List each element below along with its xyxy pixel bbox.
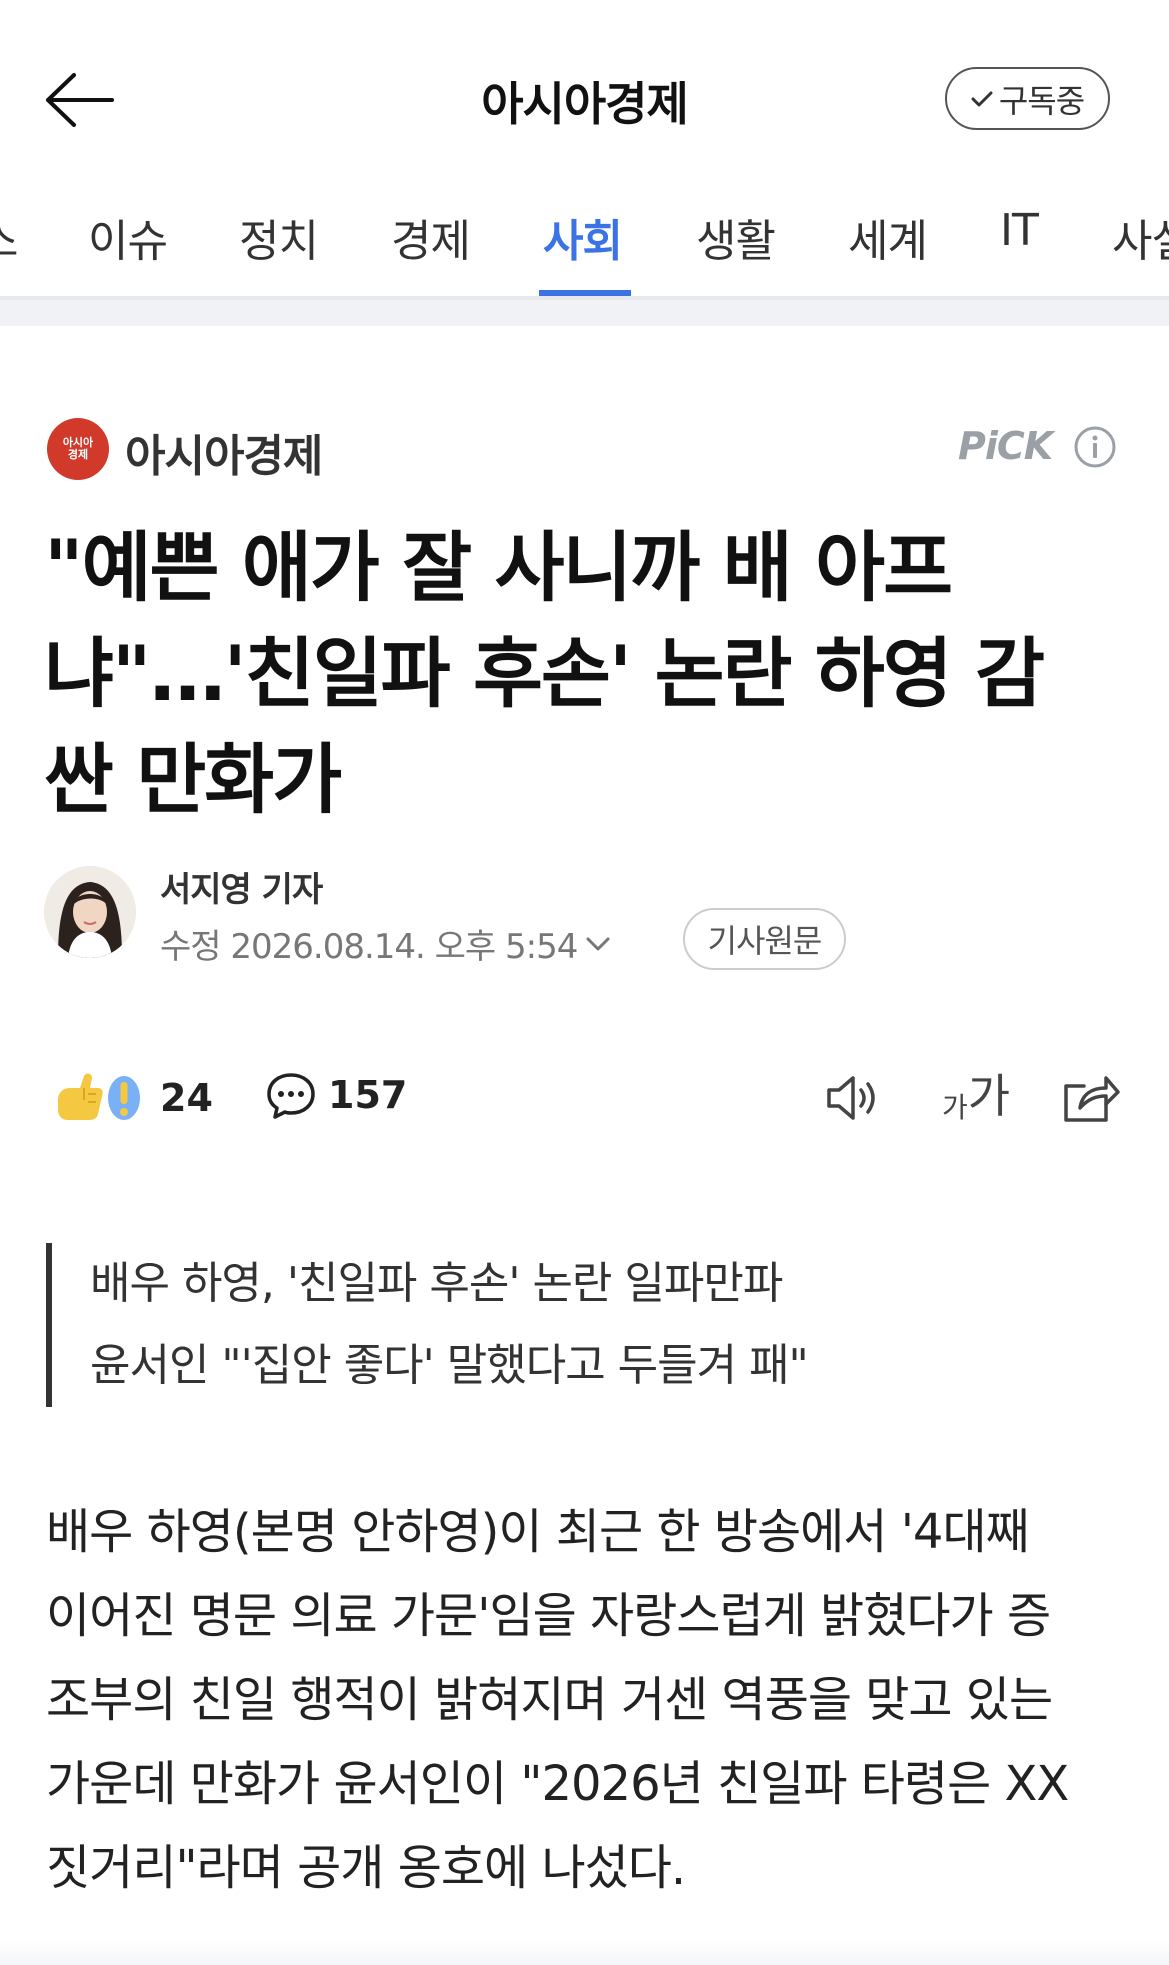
subscribe-button[interactable]: 구독중 xyxy=(945,67,1110,130)
subscribe-label: 구독중 xyxy=(998,81,1085,120)
reporter-avatar[interactable] xyxy=(44,866,136,958)
tab-life[interactable]: 생활 xyxy=(696,205,776,269)
info-icon[interactable] xyxy=(1073,425,1117,469)
active-tab-indicator xyxy=(539,290,631,296)
reaction-count: 24 xyxy=(160,1076,213,1120)
chevron-down-icon xyxy=(586,937,610,950)
press-logo-text-bottom: 경제 xyxy=(67,448,89,461)
pick-badge: PiCK xyxy=(958,424,1053,468)
headline-line: "예쁜 애가 잘 사니까 배 아프 xyxy=(44,523,953,612)
tab-editorial[interactable]: 사설 xyxy=(1112,205,1169,269)
body-line: 조부의 친일 행적이 밝혀지며 거센 역풍을 맞고 있는 xyxy=(46,1672,1053,1728)
article-date-toggle[interactable]: 수정 2026.08.14. 오후 5:54 xyxy=(160,919,611,968)
tab-economy[interactable]: 경제 xyxy=(391,205,471,269)
press-logo[interactable]: 아시아 경제 xyxy=(47,418,109,480)
body-line: 가운데 만화가 윤서인이 "2026년 친일파 타령은 XX xyxy=(46,1756,1069,1812)
comment-bubble-icon xyxy=(267,1073,315,1119)
font-size-large-glyph: 가 xyxy=(967,1069,1011,1123)
check-icon xyxy=(971,91,993,106)
headline-line: 냐"…'친일파 후손' 논란 하영 감 xyxy=(44,629,1045,718)
tab-it[interactable]: IT xyxy=(1000,205,1039,256)
body-line: 배우 하영(본명 안하영)이 최근 한 방송에서 '4대째 xyxy=(46,1504,1030,1560)
read-aloud-button[interactable] xyxy=(823,1072,883,1124)
reporter-name[interactable]: 서지영 기자 xyxy=(160,862,323,911)
tab-politics[interactable]: 정치 xyxy=(239,205,319,269)
summary-line: 윤서인 "'집안 좋다' 말했다고 두들겨 패" xyxy=(90,1340,809,1391)
tab-world[interactable]: 세계 xyxy=(848,205,928,269)
font-size-button[interactable]: 가 가 xyxy=(942,1069,1010,1126)
bottom-fade xyxy=(0,1940,1169,1965)
body-line: 짓거리"라며 공개 옹호에 나섰다. xyxy=(46,1840,686,1896)
share-icon xyxy=(1064,1076,1120,1122)
comment-count: 157 xyxy=(328,1073,408,1117)
section-divider xyxy=(0,300,1169,326)
share-button[interactable] xyxy=(1060,1070,1120,1126)
tab-issue[interactable]: 이슈 xyxy=(88,205,168,269)
article-body: 배우 하영(본명 안하영)이 최근 한 방송에서 '4대째 이어진 명문 의료 … xyxy=(46,1490,1136,1910)
tab-partial-left[interactable]: 스 xyxy=(0,205,18,269)
font-size-small-glyph: 가 xyxy=(942,1091,968,1124)
comment-button[interactable] xyxy=(265,1070,317,1122)
tab-society[interactable]: 사회 xyxy=(543,205,623,269)
reaction-emoji-icon xyxy=(58,1073,140,1120)
press-name[interactable]: 아시아경제 xyxy=(125,420,323,484)
headline-line: 싼 만화가 xyxy=(44,735,342,824)
reaction-button[interactable] xyxy=(50,1070,145,1125)
article-summary: 배우 하영, '친일파 후손' 논란 일파만파 윤서인 "'집안 좋다' 말했다… xyxy=(46,1243,1046,1407)
category-tabs: 스 이슈 정치 경제 사회 생활 세계 IT 사설 xyxy=(0,165,1169,300)
article-date: 수정 2026.08.14. 오후 5:54 xyxy=(160,927,578,967)
summary-line: 배우 하영, '친일파 후손' 논란 일파만파 xyxy=(90,1258,783,1309)
top-bar: 아시아경제 구독중 xyxy=(0,0,1169,165)
article-headline: "예쁜 애가 잘 사니까 배 아프 냐"…'친일파 후손' 논란 하영 감 싼 … xyxy=(44,515,1134,833)
original-article-button[interactable]: 기사원문 xyxy=(683,908,846,970)
body-line: 이어진 명문 의료 가문'임을 자랑스럽게 밝혔다가 증 xyxy=(46,1588,1051,1644)
speaker-icon xyxy=(827,1076,875,1120)
